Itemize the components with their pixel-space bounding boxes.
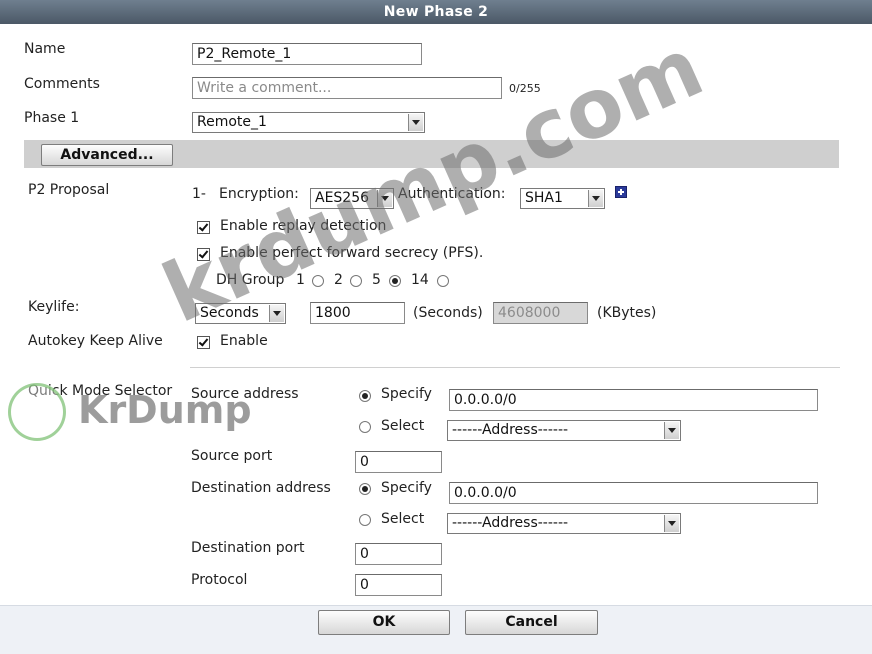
authentication-select[interactable]: SHA1 [520,188,605,209]
dialog-title: New Phase 2 [0,0,872,24]
autokey-checkbox[interactable] [197,336,210,349]
destination-specify-radio[interactable] [359,483,371,495]
encryption-label: Encryption: [219,186,299,202]
cancel-button[interactable]: Cancel [465,610,598,635]
source-port-input[interactable]: 0 [355,451,442,473]
destination-address-select-value: ------Address------ [452,515,569,531]
chevron-down-icon [408,114,423,131]
add-proposal-icon[interactable] [615,186,627,198]
watermark-logo-icon [8,383,66,441]
encryption-select[interactable]: AES256 [310,188,394,209]
destination-select-label: Select [381,511,425,527]
chevron-down-icon [664,422,679,439]
phase1-select-value: Remote_1 [197,114,267,130]
watermark-text: krdump.com [150,20,717,342]
source-address-select[interactable]: ------Address------ [447,420,681,441]
name-input[interactable]: P2_Remote_1 [192,43,422,65]
protocol-label: Protocol [191,572,248,588]
keylife-unit-value: Seconds [200,305,259,321]
keylife-seconds-input[interactable]: 1800 [310,302,405,324]
phase1-select[interactable]: Remote_1 [192,112,425,133]
source-address-select-value: ------Address------ [452,422,569,438]
keylife-kbytes-input: 4608000 [493,302,588,324]
proposal-index: 1- [192,186,206,202]
authentication-select-value: SHA1 [525,190,563,206]
phase1-label: Phase 1 [24,110,80,126]
dh-option-5-radio[interactable] [389,275,401,287]
replay-detection-label: Enable replay detection [220,218,387,234]
keylife-label: Keylife: [28,299,80,315]
comment-counter: 0/255 [509,82,541,95]
protocol-input[interactable]: 0 [355,574,442,596]
comments-label: Comments [24,76,100,92]
advanced-button[interactable]: Advanced... [41,144,173,166]
ok-button[interactable]: OK [318,610,450,635]
source-address-input[interactable]: 0.0.0.0/0 [449,389,818,411]
source-specify-label: Specify [381,386,432,402]
dh-option-2-label: 2 [334,272,343,288]
autokey-enable-label: Enable [220,333,268,349]
source-select-label: Select [381,418,425,434]
authentication-label: Authentication: [398,186,506,202]
chevron-down-icon [588,190,603,207]
section-divider [190,367,840,368]
source-port-label: Source port [191,448,273,464]
destination-select-radio[interactable] [359,514,371,526]
source-specify-radio[interactable] [359,390,371,402]
dh-option-2-radio[interactable] [350,275,362,287]
source-select-radio[interactable] [359,421,371,433]
name-label: Name [24,41,66,57]
dh-option-5-label: 5 [372,272,381,288]
destination-address-label: Destination address [191,480,331,496]
keylife-kbytes-unit: (KBytes) [597,305,657,321]
destination-specify-label: Specify [381,480,432,496]
destination-port-input[interactable]: 0 [355,543,442,565]
pfs-label: Enable perfect forward secrecy (PFS). [220,245,484,261]
keylife-unit-select[interactable]: Seconds [195,303,286,324]
destination-port-label: Destination port [191,540,305,556]
dh-option-1-label: 1 [296,272,305,288]
comment-input[interactable]: Write a comment... [192,77,502,99]
dh-group-label: DH Group [216,272,285,288]
chevron-down-icon [269,305,284,322]
autokey-label: Autokey Keep Alive [28,333,163,349]
dh-option-14-label: 14 [411,272,429,288]
dh-option-1-radio[interactable] [312,275,324,287]
replay-detection-checkbox[interactable] [197,221,210,234]
chevron-down-icon [664,515,679,532]
destination-address-input[interactable]: 0.0.0.0/0 [449,482,818,504]
dh-option-14-radio[interactable] [437,275,449,287]
source-address-label: Source address [191,386,299,402]
chevron-down-icon [377,190,392,207]
encryption-select-value: AES256 [315,190,370,206]
pfs-checkbox[interactable] [197,248,210,261]
keylife-seconds-unit: (Seconds) [413,305,483,321]
destination-address-select[interactable]: ------Address------ [447,513,681,534]
p2-proposal-label: P2 Proposal [28,182,110,198]
